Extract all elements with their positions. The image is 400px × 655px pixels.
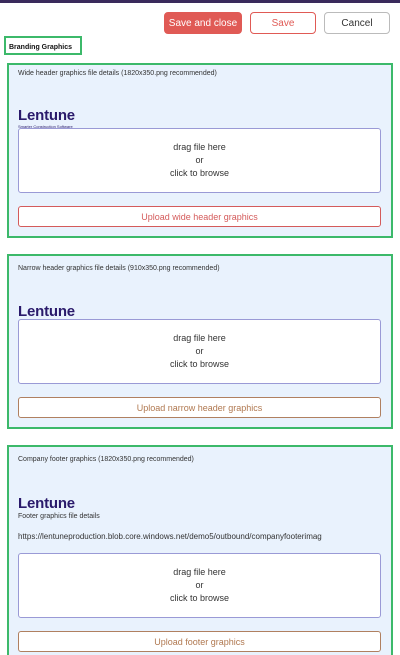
dropzone-text: drag file here <box>173 142 226 152</box>
footer-file-url: https://lentuneproduction.blob.core.wind… <box>18 532 322 541</box>
dropzone-or: or <box>195 155 204 165</box>
narrow-header-panel: Narrow header graphics file details (910… <box>7 254 393 429</box>
dropzone-browse: click to browse <box>169 168 230 178</box>
logo: Lentune <box>18 107 75 124</box>
cancel-button[interactable]: Cancel <box>324 12 390 34</box>
footer-detail-label: Footer graphics file details <box>18 513 100 520</box>
save-and-close-button[interactable]: Save and close <box>164 12 242 34</box>
company-footer-panel: Company footer graphics (1820x350.png re… <box>7 445 393 655</box>
upload-wide-header-button[interactable]: Upload wide header graphics <box>18 206 381 227</box>
dropzone-or: or <box>195 580 204 590</box>
dropzone-browse: click to browse <box>169 593 230 603</box>
panel-label: Company footer graphics (1820x350.png re… <box>18 456 194 463</box>
dropzone-or: or <box>195 346 204 356</box>
dropzone-text: drag file here <box>173 567 226 577</box>
file-dropzone[interactable]: drag file here or click to browse <box>18 319 381 384</box>
upload-narrow-header-button[interactable]: Upload narrow header graphics <box>18 397 381 418</box>
dropzone-browse: click to browse <box>169 359 230 369</box>
logo: Lentune <box>18 303 75 320</box>
top-strip <box>0 0 400 3</box>
toolbar: Save and close Save Cancel <box>164 12 390 34</box>
logo: Lentune <box>18 495 75 512</box>
save-button[interactable]: Save <box>250 12 316 34</box>
panel-label: Wide header graphics file details (1820x… <box>18 70 217 77</box>
file-dropzone[interactable]: drag file here or click to browse <box>18 128 381 193</box>
section-title: Branding Graphics <box>4 36 82 55</box>
wide-header-panel: Wide header graphics file details (1820x… <box>7 63 393 238</box>
file-dropzone[interactable]: drag file here or click to browse <box>18 553 381 618</box>
upload-footer-button[interactable]: Upload footer graphics <box>18 631 381 652</box>
dropzone-text: drag file here <box>173 333 226 343</box>
panel-label: Narrow header graphics file details (910… <box>18 265 220 272</box>
